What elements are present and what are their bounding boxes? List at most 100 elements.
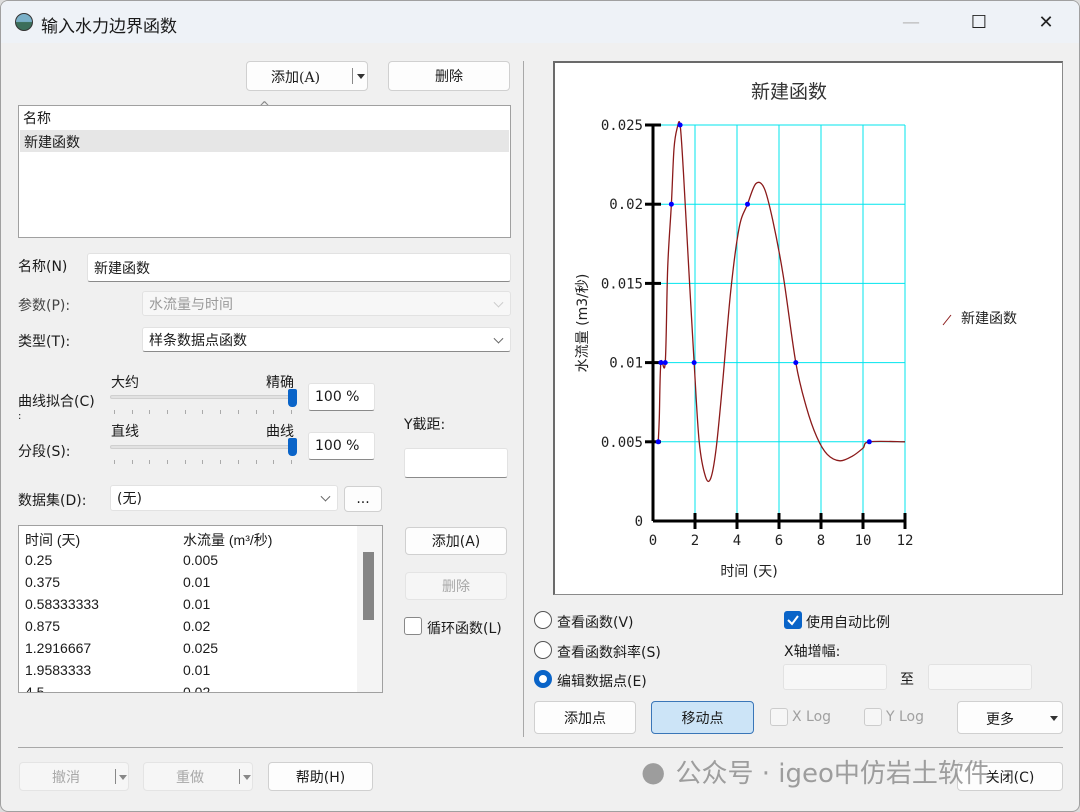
data-point (866, 439, 872, 445)
y-tick-label: 0.025 (601, 118, 643, 134)
close-window-button[interactable]: ✕ (1026, 9, 1066, 35)
y-intercept-input[interactable] (404, 448, 508, 478)
name-input[interactable]: 新建函数 (87, 253, 511, 282)
x-from-input[interactable] (783, 664, 887, 690)
curve-fit-percent-input[interactable]: 100 % (308, 383, 375, 411)
dropdown-arrow-icon[interactable] (243, 775, 251, 780)
segment-percent-input[interactable]: 100 % (308, 432, 375, 460)
function-list[interactable]: 名称 ^ 新建函数 (18, 100, 511, 238)
minimize-button[interactable]: — (891, 9, 931, 35)
more-split-button[interactable]: 更多 (957, 701, 1063, 734)
scrollbar-thumb[interactable] (363, 552, 374, 620)
cyclic-function-label: 循环函数(L) (427, 621, 502, 637)
chevron-down-icon (320, 491, 331, 502)
x-log-checkbox[interactable] (770, 708, 788, 726)
x-tick-label: 12 (897, 533, 914, 549)
vertical-divider (523, 61, 524, 737)
chevron-down-icon (493, 297, 504, 308)
cell-flow: 0.01 (183, 574, 211, 590)
bottom-divider (18, 747, 1063, 748)
delete-function-button[interactable]: 删除 (388, 61, 510, 91)
cell-flow: 0.01 (183, 662, 211, 678)
table-row[interactable]: 0.375 0.01 (25, 572, 382, 594)
redo-split-button[interactable]: 重做 (143, 762, 253, 791)
curve-fit-slider-track[interactable] (110, 395, 296, 399)
chart-panel[interactable]: 新建函数 0 0.005 0.01 0.015 0.02 0.025 0 2 4 6 8 10 12 时间 … (553, 61, 1063, 595)
table-row[interactable]: 1.9583333 0.01 (25, 660, 382, 682)
table-row[interactable]: 4.5 0.02 (25, 682, 382, 692)
chart-title: 新建函数 (751, 81, 827, 103)
help-button[interactable]: 帮助(H) (268, 762, 373, 791)
table-row[interactable]: 0.875 0.02 (25, 616, 382, 638)
dataset-value: (无) (117, 491, 142, 507)
column-header-flow[interactable]: 水流量 (m³/秒) (183, 530, 272, 550)
column-header-time[interactable]: 时间 (天) (25, 530, 80, 550)
view-function-radio[interactable] (534, 611, 552, 629)
undo-split-button[interactable]: 撤消 (19, 762, 129, 791)
table-scrollbar[interactable] (357, 526, 382, 692)
auto-scale-checkbox[interactable] (784, 611, 802, 629)
parameter-select[interactable]: 水流量与时间 (142, 291, 511, 316)
cyclic-function-checkbox[interactable] (404, 617, 422, 635)
split-separator (115, 769, 116, 784)
cell-time: 1.9583333 (25, 662, 92, 678)
chevron-down-icon (493, 333, 504, 344)
cell-time: 0.25 (25, 552, 53, 568)
x-to-input[interactable] (928, 664, 1032, 690)
view-slope-radio[interactable] (534, 641, 552, 659)
add-function-split-button[interactable]: 添加(A) (246, 61, 368, 91)
table-row[interactable]: 1.2916667 0.025 (25, 638, 382, 660)
type-select[interactable]: 样条数据点函数 (142, 327, 511, 352)
function-chart[interactable]: 新建函数 0 0.005 0.01 0.015 0.02 0.025 0 2 4 6 8 10 12 时间 … (555, 63, 1061, 593)
dataset-browse-button[interactable]: ... (344, 486, 382, 512)
curve-fit-ticks (114, 410, 292, 414)
cell-flow: 0.005 (183, 552, 219, 568)
cell-flow: 0.02 (183, 618, 211, 634)
x-tick-label: 0 (649, 533, 657, 549)
y-axis-label: 水流量 (m3/秒) (575, 274, 591, 373)
x-tick-label: 10 (855, 533, 872, 549)
table-header: 时间 (天) 水流量 (m³/秒) (25, 528, 382, 550)
list-item[interactable]: 新建函数 (20, 130, 509, 152)
y-log-checkbox[interactable] (864, 708, 882, 726)
data-point (691, 360, 697, 366)
segment-slider-thumb[interactable] (288, 438, 297, 456)
data-point (668, 201, 674, 207)
legend-label: 新建函数 (961, 311, 1017, 327)
data-point (658, 360, 664, 366)
edit-points-radio[interactable] (534, 670, 552, 688)
title-bar: 输入水力边界函数 — ☐ ✕ (1, 1, 1079, 43)
y-log-label: Y Log (886, 709, 925, 725)
y-tick-label: 0.015 (601, 276, 643, 292)
segment-label: 分段(S): (18, 444, 71, 460)
x-range-label: X轴增幅: (784, 644, 841, 660)
curve-fit-slider-thumb[interactable] (288, 389, 297, 407)
view-function-label: 查看函数(V) (557, 615, 634, 631)
move-point-button[interactable]: 移动点 (651, 701, 754, 734)
delete-point-row-button[interactable]: 删除 (405, 572, 507, 600)
x-tick-label: 2 (691, 533, 699, 549)
undo-label: 撤消 (52, 770, 80, 786)
parameter-value: 水流量与时间 (149, 296, 233, 313)
data-point (662, 360, 668, 366)
add-point-button[interactable]: 添加点 (534, 701, 636, 734)
edit-points-label: 编辑数据点(E) (557, 674, 647, 690)
redo-label: 重做 (176, 770, 204, 786)
dropdown-arrow-icon[interactable] (119, 775, 127, 780)
add-point-row-button[interactable]: 添加(A) (405, 527, 507, 555)
curve-fit-colon: : (18, 411, 22, 422)
maximize-button[interactable]: ☐ (959, 9, 999, 35)
data-point (793, 360, 799, 366)
y-intercept-label: Y截距: (404, 417, 446, 433)
name-label: 名称(N) (18, 259, 68, 275)
dataset-select[interactable]: (无) (110, 485, 338, 511)
data-points-table[interactable]: 时间 (天) 水流量 (m³/秒) 0.25 0.005 0.375 0.01 0.… (18, 525, 383, 693)
segment-slider-track[interactable] (110, 445, 296, 449)
table-row[interactable]: 0.58333333 0.01 (25, 594, 382, 616)
window-title: 输入水力边界函数 (41, 17, 177, 37)
dropdown-arrow-icon[interactable] (357, 74, 365, 79)
table-row[interactable]: 0.25 0.005 (25, 550, 382, 572)
wechat-icon: ● (641, 755, 666, 788)
dropdown-arrow-icon[interactable] (1050, 716, 1058, 721)
list-column-header-name[interactable]: 名称 (23, 108, 51, 128)
